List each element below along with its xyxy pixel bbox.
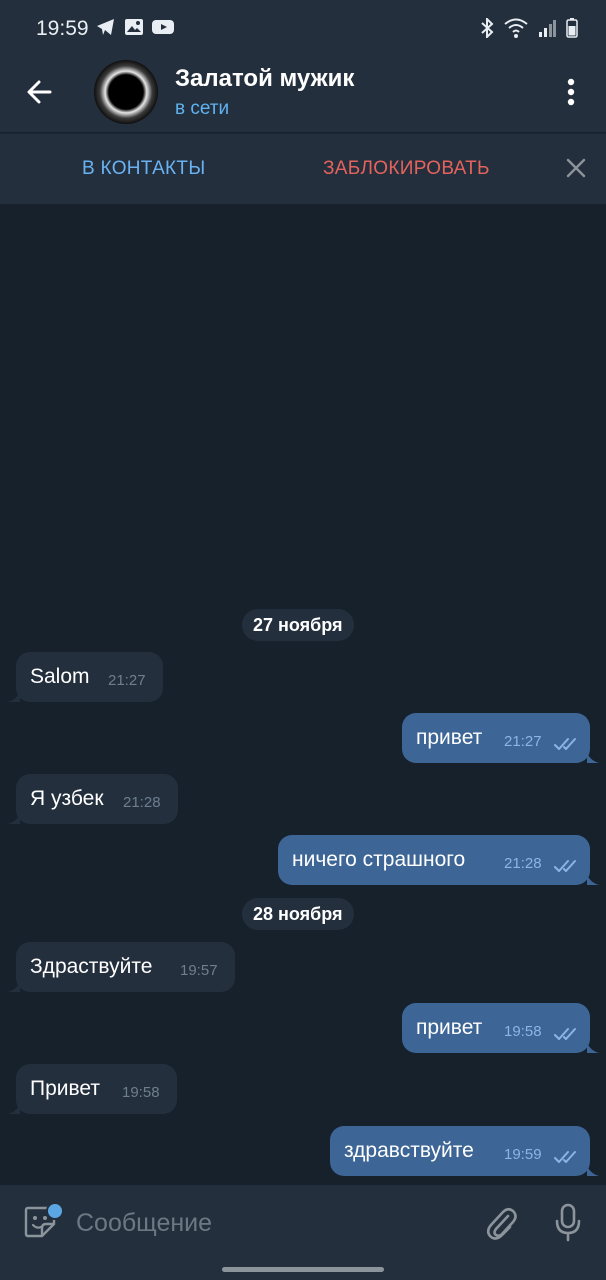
message-input-bar (0, 1185, 606, 1280)
message-bubble-outgoing[interactable]: ничего страшного 21:28 (278, 835, 590, 885)
message-bubble-outgoing[interactable]: привет 19:58 (402, 1003, 590, 1053)
bubble-tail (8, 1104, 20, 1114)
status-time: 19:59 (36, 17, 89, 40)
message-bubble-outgoing[interactable]: привет 21:27 (402, 713, 590, 763)
bubble-tail (587, 753, 599, 763)
telegram-icon (96, 18, 116, 36)
message-time: 21:28 (123, 794, 161, 811)
double-check-icon (554, 1028, 576, 1040)
message-bubble-incoming[interactable]: Salom 21:27 (16, 652, 163, 702)
message-text: Привет (30, 1077, 101, 1100)
message-time: 19:59 (504, 1146, 542, 1163)
wifi-icon (504, 18, 528, 38)
message-input[interactable] (76, 1205, 456, 1241)
message-bubble-incoming[interactable]: Привет 19:58 (16, 1064, 177, 1114)
microphone-icon[interactable] (554, 1203, 582, 1243)
message-bubble-outgoing[interactable]: здравствуйте 19:59 (330, 1126, 590, 1176)
message-bubble-incoming[interactable]: Здраствуйте 19:57 (16, 942, 235, 992)
message-time: 21:28 (504, 855, 542, 872)
avatar[interactable] (94, 60, 158, 124)
paperclip-icon[interactable] (484, 1204, 518, 1242)
message-text: здравствуйте (344, 1139, 474, 1162)
message-time: 19:58 (122, 1084, 160, 1101)
notification-dot (46, 1202, 64, 1220)
bubble-tail (8, 814, 20, 824)
message-time: 19:58 (504, 1023, 542, 1040)
double-check-icon (554, 860, 576, 872)
home-indicator[interactable] (222, 1267, 384, 1272)
message-text: привет (416, 1016, 483, 1039)
signal-icon (538, 18, 556, 38)
message-time: 21:27 (504, 733, 542, 750)
message-text: Я узбек (30, 787, 104, 810)
message-time: 19:57 (180, 962, 218, 979)
back-arrow-icon[interactable] (22, 74, 58, 110)
add-contact-button[interactable]: В КОНТАКТЫ (82, 158, 205, 180)
double-check-icon (554, 738, 576, 750)
status-bar: 19:59 (0, 0, 606, 52)
message-text: ничего страшного (292, 848, 466, 871)
message-text: Salom (30, 665, 90, 688)
bubble-tail (8, 692, 20, 702)
chat-header: Залатой мужик в сети (0, 52, 606, 132)
chat-title[interactable]: Залатой мужик (175, 65, 354, 93)
bubble-tail (587, 875, 599, 885)
bubble-tail (587, 1043, 599, 1053)
double-check-icon (554, 1151, 576, 1163)
bubble-tail (8, 982, 20, 992)
more-options-icon[interactable] (556, 76, 586, 110)
battery-icon (566, 18, 578, 38)
message-bubble-incoming[interactable]: Я узбек 21:28 (16, 774, 178, 824)
date-separator: 27 ноября (242, 609, 354, 641)
gallery-icon (124, 18, 144, 36)
youtube-icon (152, 18, 174, 36)
block-user-button[interactable]: ЗАБЛОКИРОВАТЬ (323, 158, 490, 180)
close-icon[interactable] (562, 154, 590, 182)
online-status: в сети (175, 98, 230, 119)
message-text: привет (416, 726, 483, 749)
date-separator: 28 ноября (242, 898, 354, 930)
message-time: 21:27 (108, 672, 146, 689)
action-bar: В КОНТАКТЫ ЗАБЛОКИРОВАТЬ (0, 133, 606, 204)
bluetooth-icon (480, 18, 494, 38)
bubble-tail (587, 1166, 599, 1176)
message-text: Здраствуйте (30, 955, 153, 978)
